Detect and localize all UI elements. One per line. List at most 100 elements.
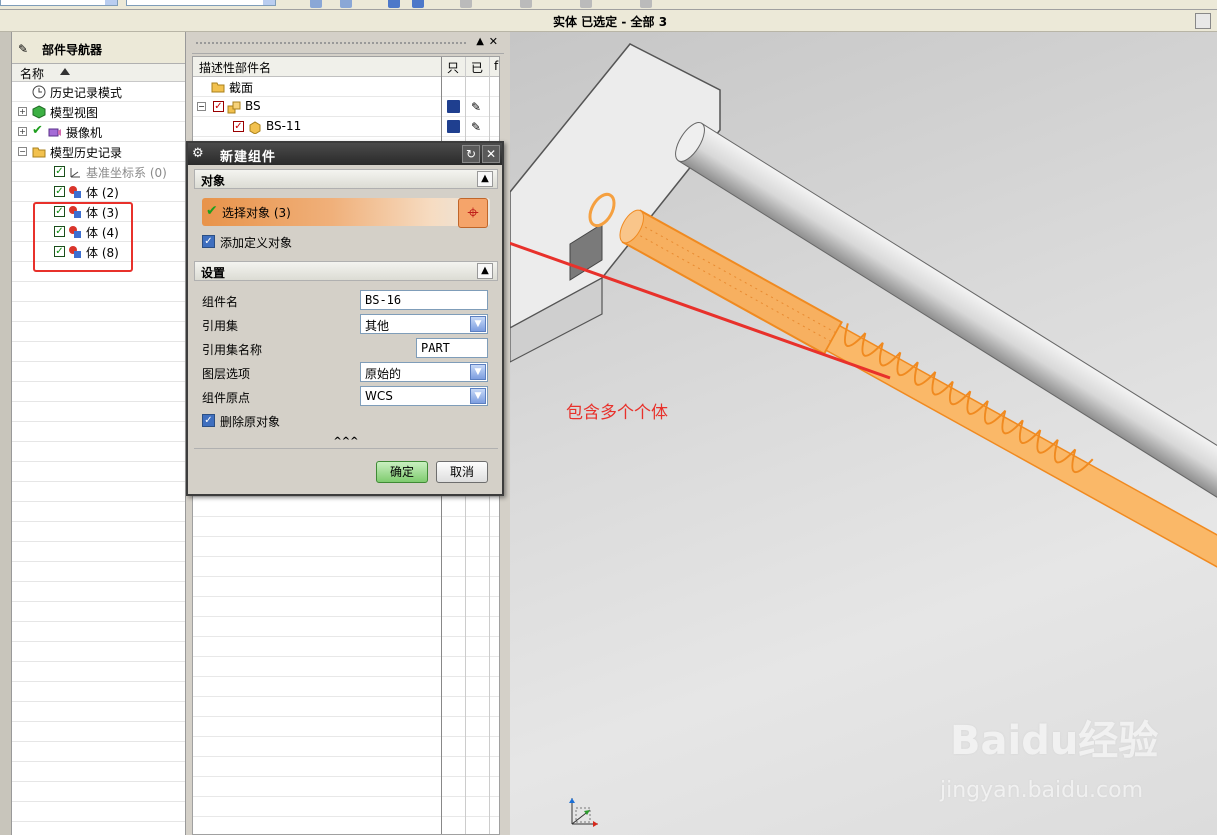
nav-item-model-history[interactable]: − 模型历史记录 <box>12 142 185 162</box>
layout-icon[interactable] <box>1195 13 1211 29</box>
nav-item-model-views[interactable]: + 模型视图 <box>12 102 185 122</box>
component-name-input[interactable]: BS-16 <box>360 290 488 310</box>
collapse-section-icon[interactable]: ▲ <box>477 171 493 187</box>
save-icon[interactable] <box>447 100 460 113</box>
empty-row <box>193 717 499 737</box>
assembly-table-header: 描述性部件名 只 已 f <box>193 57 499 77</box>
chevron-down-icon[interactable]: ▼ <box>470 364 486 380</box>
view-icon[interactable] <box>388 0 400 8</box>
wcs-triad-icon <box>569 798 598 827</box>
empty-row <box>12 302 185 322</box>
expand-icon[interactable]: + <box>18 107 27 116</box>
empty-row <box>12 602 185 622</box>
clock-icon <box>32 85 46 99</box>
ok-button[interactable]: 确定 <box>376 461 428 483</box>
nav-item-history-mode[interactable]: 历史记录模式 <box>12 82 185 102</box>
chevron-down-icon[interactable]: ▼ <box>470 316 486 332</box>
dialog-titlebar[interactable]: ⚙ 新建组件 ↻ ✕ <box>188 143 502 165</box>
column-header-part-name[interactable]: 描述性部件名 <box>199 59 271 76</box>
gear-icon[interactable]: ⚙ <box>192 146 204 161</box>
visibility-checkbox[interactable]: ✓ <box>54 166 65 177</box>
top-toolbar <box>0 0 1217 10</box>
assembly-row-section[interactable]: 截面 <box>193 77 499 97</box>
graphics-viewport[interactable]: 包含多个个体 Baidu经验 jingyan.baidu.com <box>510 32 1217 835</box>
snap-icon[interactable] <box>340 0 352 8</box>
column-header-modified[interactable]: 已 <box>471 59 483 76</box>
layer-option-select[interactable]: 原始的 ▼ <box>360 362 488 382</box>
empty-row <box>12 782 185 802</box>
reference-set-name-label: 引用集名称 <box>202 343 263 357</box>
watermark-url: jingyan.baidu.com <box>940 778 1144 803</box>
empty-row <box>12 322 185 342</box>
more-options-toggle[interactable]: ^^^ <box>194 437 498 449</box>
tool-icon[interactable] <box>460 0 472 8</box>
empty-row <box>193 537 499 557</box>
load-checkbox[interactable]: ✓ <box>233 121 244 132</box>
collapse-icon[interactable]: − <box>197 102 206 111</box>
column-header-extra[interactable]: f <box>494 59 498 73</box>
empty-row <box>12 722 185 742</box>
datum-csys-icon <box>70 168 80 178</box>
pin-icon[interactable]: ▲ <box>476 36 484 47</box>
empty-row <box>12 702 185 722</box>
new-component-dialog: ⚙ 新建组件 ↻ ✕ 对象 ▲ ✔ 选择对象 (3) ⌖ ✓ 添加定义对象 设置… <box>186 141 504 496</box>
scope-combo[interactable] <box>126 0 276 6</box>
empty-row <box>193 677 499 697</box>
assembly-row-bs[interactable]: − ✓ BS ✎ <box>193 97 499 117</box>
expand-icon[interactable]: + <box>18 127 27 136</box>
resource-bar[interactable] <box>0 32 12 835</box>
empty-row <box>193 497 499 517</box>
select-object-row[interactable]: ✔ 选择对象 (3) <box>202 198 490 226</box>
edit-icon[interactable]: ✎ <box>471 120 481 134</box>
tool-icon[interactable] <box>580 0 592 8</box>
nav-item-label: 摄像机 <box>66 126 103 140</box>
tool-icon[interactable] <box>640 0 652 8</box>
empty-row <box>12 282 185 302</box>
visibility-checkbox[interactable]: ✓ <box>54 186 65 197</box>
empty-row <box>12 342 185 362</box>
collapse-section-icon[interactable]: ▲ <box>477 263 493 279</box>
save-icon[interactable] <box>447 120 460 133</box>
load-checkbox[interactable]: ✓ <box>213 101 224 112</box>
render-icon[interactable] <box>412 0 424 8</box>
edit-icon[interactable]: ✎ <box>471 100 481 114</box>
reference-set-value: 其他 <box>365 319 390 333</box>
sort-ascending-icon <box>60 68 70 75</box>
part-navigator: ✎ 部件导航器 名称 历史记录模式 + 模型视图 + ✔ 摄像机 − 模型历史记… <box>12 32 186 835</box>
nav-item-datum-csys[interactable]: ✓ 基准坐标系 (0) <box>12 162 185 182</box>
nav-item-body-2[interactable]: ✓ 体 (2) <box>12 182 185 202</box>
checkbox-checked-icon[interactable]: ✓ <box>202 235 215 248</box>
empty-row <box>12 502 185 522</box>
tool-icon[interactable] <box>520 0 532 8</box>
empty-row <box>193 797 499 817</box>
empty-row <box>12 542 185 562</box>
chevron-down-icon[interactable]: ▼ <box>470 388 486 404</box>
column-header-readonly[interactable]: 只 <box>447 59 459 76</box>
drag-handle[interactable] <box>196 42 466 45</box>
filter-combo[interactable] <box>0 0 118 6</box>
nav-item-cameras[interactable]: + ✔ 摄像机 <box>12 122 185 142</box>
column-header-name[interactable]: 名称 <box>12 64 185 82</box>
select-object-button[interactable]: ⌖ <box>458 198 488 228</box>
empty-row <box>12 422 185 442</box>
empty-row <box>12 382 185 402</box>
close-icon[interactable]: ✕ <box>482 145 500 163</box>
component-origin-select[interactable]: WCS ▼ <box>360 386 488 406</box>
assembly-row-label: BS-11 <box>266 119 302 133</box>
checkbox-checked-icon[interactable]: ✓ <box>202 414 215 427</box>
empty-row <box>12 622 185 642</box>
empty-row <box>193 577 499 597</box>
reference-set-name-input[interactable]: PART <box>416 338 488 358</box>
section-object-header[interactable]: 对象 ▲ <box>194 169 498 189</box>
empty-row <box>12 762 185 782</box>
reset-icon[interactable]: ↻ <box>462 145 480 163</box>
assembly-row-bs-11[interactable]: ✓ BS-11 ✎ <box>193 117 499 137</box>
status-bar: 实体 已选定 - 全部 3 <box>0 10 1217 32</box>
close-icon[interactable]: ✕ <box>489 35 498 48</box>
reference-set-select[interactable]: 其他 ▼ <box>360 314 488 334</box>
select-icon[interactable] <box>310 0 322 8</box>
cancel-button[interactable]: 取消 <box>436 461 488 483</box>
collapse-icon[interactable]: − <box>18 147 27 156</box>
section-settings-header[interactable]: 设置 ▲ <box>194 261 498 281</box>
assembly-navigator-header: ▲ ✕ <box>192 32 504 54</box>
